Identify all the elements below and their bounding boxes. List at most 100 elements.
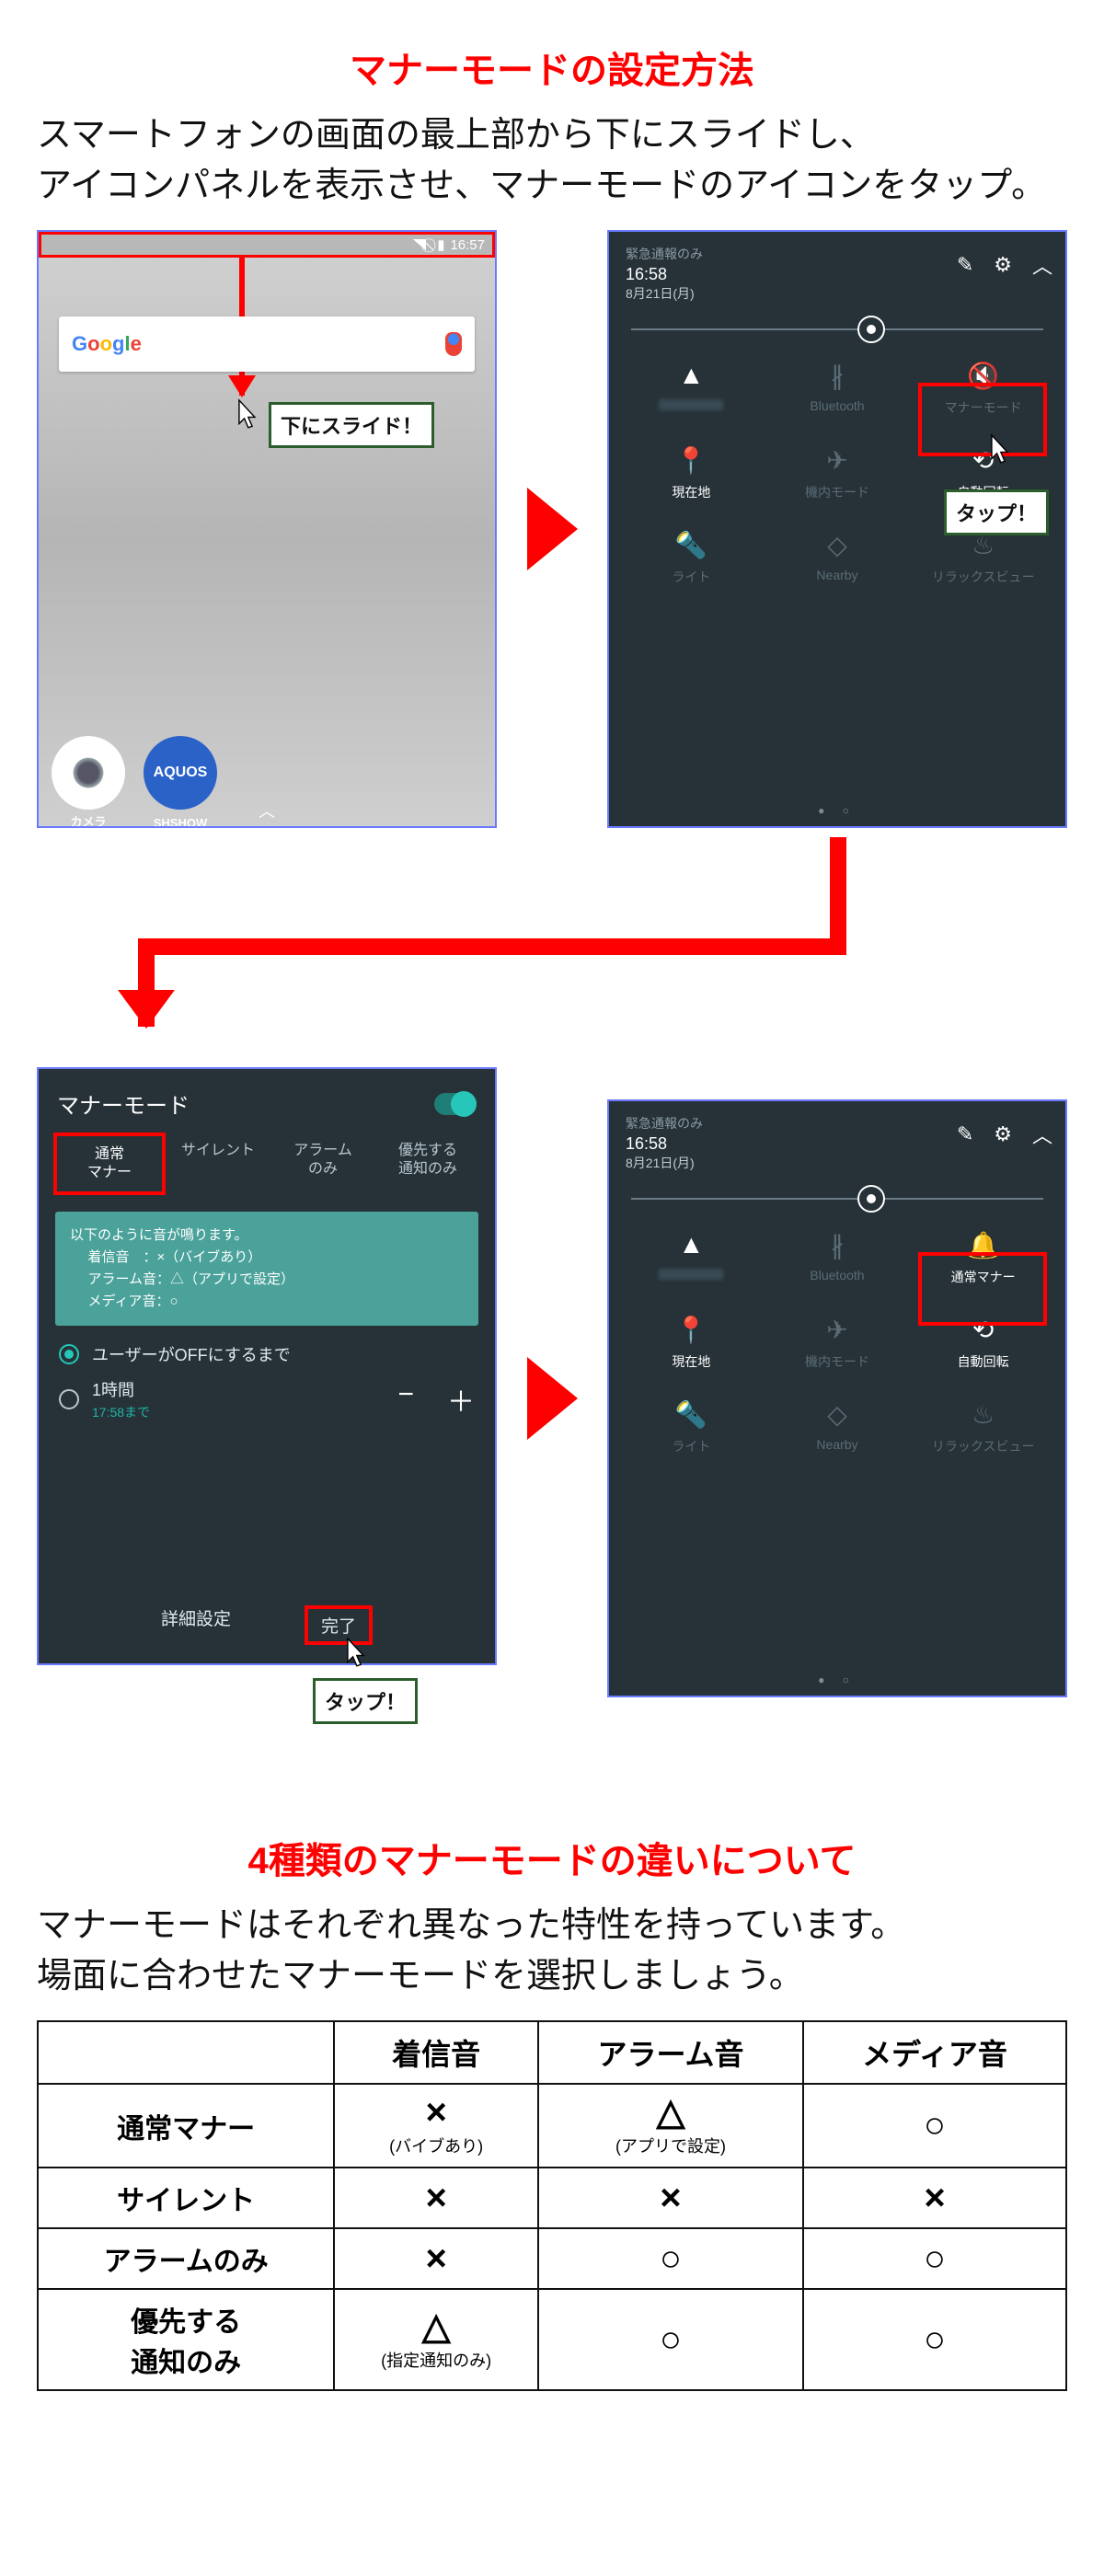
qs-nearby[interactable]: ◇Nearby	[765, 1397, 911, 1455]
dock: カメラ AQUOSSHSHOW	[52, 736, 217, 810]
radio-until-off[interactable]: ユーザーがOFFにするまで	[39, 1326, 495, 1372]
manner-modes-table: 着信音 アラーム音 メディア音 通常マナー ×(バイブあり) △(アプリで設定)…	[37, 2020, 1067, 2391]
cell: ×	[538, 2168, 803, 2228]
qs-wifi[interactable]: ▲	[618, 1227, 765, 1286]
pointer-icon	[339, 1636, 370, 1673]
cell: ×	[334, 2228, 538, 2289]
info-line-media: メディア音：○	[70, 1291, 464, 1313]
cell: △(アプリで設定)	[538, 2084, 803, 2168]
cell: ○	[803, 2084, 1066, 2168]
qs-header: 緊急通報のみ 16:58 8月21日(月) ︿	[609, 232, 1065, 308]
radio-until-off-label: ユーザーがOFFにするまで	[92, 1342, 291, 1366]
wifi-ssid-blurred	[659, 399, 723, 410]
screenshot-home: ⃠ 16:57 Google 下にスライド！ カメラ AQUOSSHSHOW	[37, 230, 497, 828]
heading-setup: マナーモードの設定方法	[37, 40, 1067, 94]
instruction-line1: スマートフォンの画面の最上部から下にスライドし、	[37, 116, 875, 155]
app-drawer-handle[interactable]: ︿	[259, 799, 275, 822]
mic-icon[interactable]	[445, 332, 462, 356]
col-ringtone: 着信音	[334, 2021, 538, 2084]
qs-relax-view[interactable]: ♨リラックスビュー	[910, 1397, 1056, 1455]
qs-relax-view[interactable]: ♨リラックスビュー	[910, 527, 1056, 586]
settings-icon[interactable]	[994, 253, 1012, 277]
hint-tap: タップ！	[944, 489, 1049, 535]
differences-text: マナーモードはそれぞれ異なった特性を持っています。 場面に合わせたマナーモードを…	[37, 1901, 1067, 2002]
qs-bluetooth[interactable]: ∦Bluetooth	[765, 1227, 911, 1286]
google-logo: Google	[72, 332, 142, 356]
flow-arrow-2	[527, 1357, 578, 1440]
radio-icon-unchecked[interactable]	[59, 1389, 79, 1409]
info-line-ring: 着信音 ：×（バイブあり）	[70, 1247, 464, 1269]
row-priority: 優先する 通知のみ	[38, 2289, 334, 2390]
row-silent: サイレント	[38, 2168, 334, 2228]
status-bar: ⃠ 16:57	[39, 232, 495, 258]
cell: ×	[334, 2168, 538, 2228]
qs-bluetooth[interactable]: ∦Bluetooth	[765, 358, 911, 417]
tab-alarm-only[interactable]: アラーム のみ	[270, 1133, 375, 1195]
app-shshow-label: SHSHOW	[154, 816, 208, 828]
qs-date: 8月21日(月)	[626, 1154, 1049, 1172]
page-indicator: ● ○	[609, 1673, 1065, 1686]
cell: ○	[538, 2228, 803, 2289]
qs-location[interactable]: 📍現在地	[618, 1312, 765, 1371]
app-camera-label: カメラ	[70, 812, 106, 828]
info-line-alarm: アラーム音：△（アプリで設定）	[70, 1269, 464, 1291]
diff-line1: マナーモードはそれぞれ異なった特性を持っています。	[37, 1906, 905, 1945]
collapse-icon[interactable]: ︿	[1032, 1120, 1052, 1149]
qs-header: 緊急通報のみ 16:58 8月21日(月) ︿	[609, 1101, 1065, 1178]
screenshot-manner-dialog: マナーモード 通常 マナー サイレント アラーム のみ 優先する 通知のみ 以下…	[37, 1067, 497, 1665]
qs-airplane[interactable]: ✈機内モード	[765, 443, 911, 501]
edit-icon[interactable]	[957, 1122, 973, 1146]
col-alarm: アラーム音	[538, 2021, 803, 2084]
google-search-bar[interactable]: Google	[59, 316, 475, 372]
qs-location[interactable]: 📍現在地	[618, 443, 765, 501]
wifi-ssid-blurred	[659, 1269, 723, 1280]
collapse-icon[interactable]: ︿	[1032, 250, 1052, 280]
cell: ○	[538, 2289, 803, 2390]
qs-flashlight[interactable]: 🔦ライト	[618, 1397, 765, 1455]
hint-slide-down: 下にスライド！	[269, 402, 434, 448]
brightness-slider[interactable]	[631, 328, 1043, 330]
edit-icon[interactable]	[957, 253, 973, 277]
app-shshow[interactable]: AQUOSSHSHOW	[144, 736, 217, 810]
status-clock: 16:57	[450, 237, 485, 253]
radio-duration[interactable]: 1時間 17:58まで − ＋	[39, 1372, 495, 1421]
cell: ×	[803, 2168, 1066, 2228]
diff-line2: 場面に合わせたマナーモードを選択しましょう。	[37, 1957, 804, 1995]
qs-date: 8月21日(月)	[626, 284, 1049, 303]
done-button[interactable]: 完了	[321, 1617, 356, 1637]
radio-icon-checked[interactable]	[59, 1344, 79, 1364]
page-indicator: ● ○	[609, 804, 1065, 817]
highlight-manner-tile-on	[918, 1252, 1047, 1326]
detail-settings-button[interactable]: 詳細設定	[161, 1605, 231, 1645]
flow-arrow-1	[527, 488, 578, 570]
cell: ○	[803, 2228, 1066, 2289]
col-media: メディア音	[803, 2021, 1066, 2084]
qs-airplane[interactable]: ✈機内モード	[765, 1312, 911, 1371]
tab-priority-only[interactable]: 優先する 通知のみ	[375, 1133, 480, 1195]
tab-silent[interactable]: サイレント	[166, 1133, 270, 1195]
settings-icon[interactable]	[994, 1122, 1012, 1146]
duration-value: 1時間	[92, 1377, 150, 1401]
aquos-text: AQUOS	[154, 765, 208, 781]
duration-until: 17:58まで	[92, 1403, 150, 1421]
row-normal: 通常マナー	[38, 2084, 334, 2168]
cell: ○	[803, 2289, 1066, 2390]
signal-icon	[413, 239, 426, 250]
app-camera[interactable]: カメラ	[52, 736, 125, 810]
qs-nearby[interactable]: ◇Nearby	[765, 527, 911, 586]
tab-normal-manner[interactable]: 通常 マナー	[53, 1133, 166, 1195]
pointer-icon	[230, 397, 261, 434]
heading-differences: 4種類のマナーモードの違いについて	[37, 1831, 1067, 1884]
info-head: 以下のように音が鳴ります。	[70, 1225, 464, 1247]
manner-toggle[interactable]	[434, 1093, 477, 1115]
pointer-icon	[983, 432, 1014, 469]
manner-info-box: 以下のように音が鳴ります。 着信音 ：×（バイブあり） アラーム音：△（アプリで…	[55, 1212, 478, 1326]
screenshot-quicksettings-before: 緊急通報のみ 16:58 8月21日(月) ︿ ▲ ∦Bluetooth 🔇マナ…	[607, 230, 1067, 828]
brightness-slider[interactable]	[631, 1198, 1043, 1200]
manner-tabs: 通常 マナー サイレント アラーム のみ 優先する 通知のみ	[39, 1133, 495, 1195]
minus-button[interactable]: −	[397, 1379, 414, 1420]
qs-wifi[interactable]: ▲	[618, 358, 765, 417]
col-blank	[38, 2021, 334, 2084]
plus-button[interactable]: ＋	[447, 1379, 475, 1420]
qs-flashlight[interactable]: 🔦ライト	[618, 527, 765, 586]
